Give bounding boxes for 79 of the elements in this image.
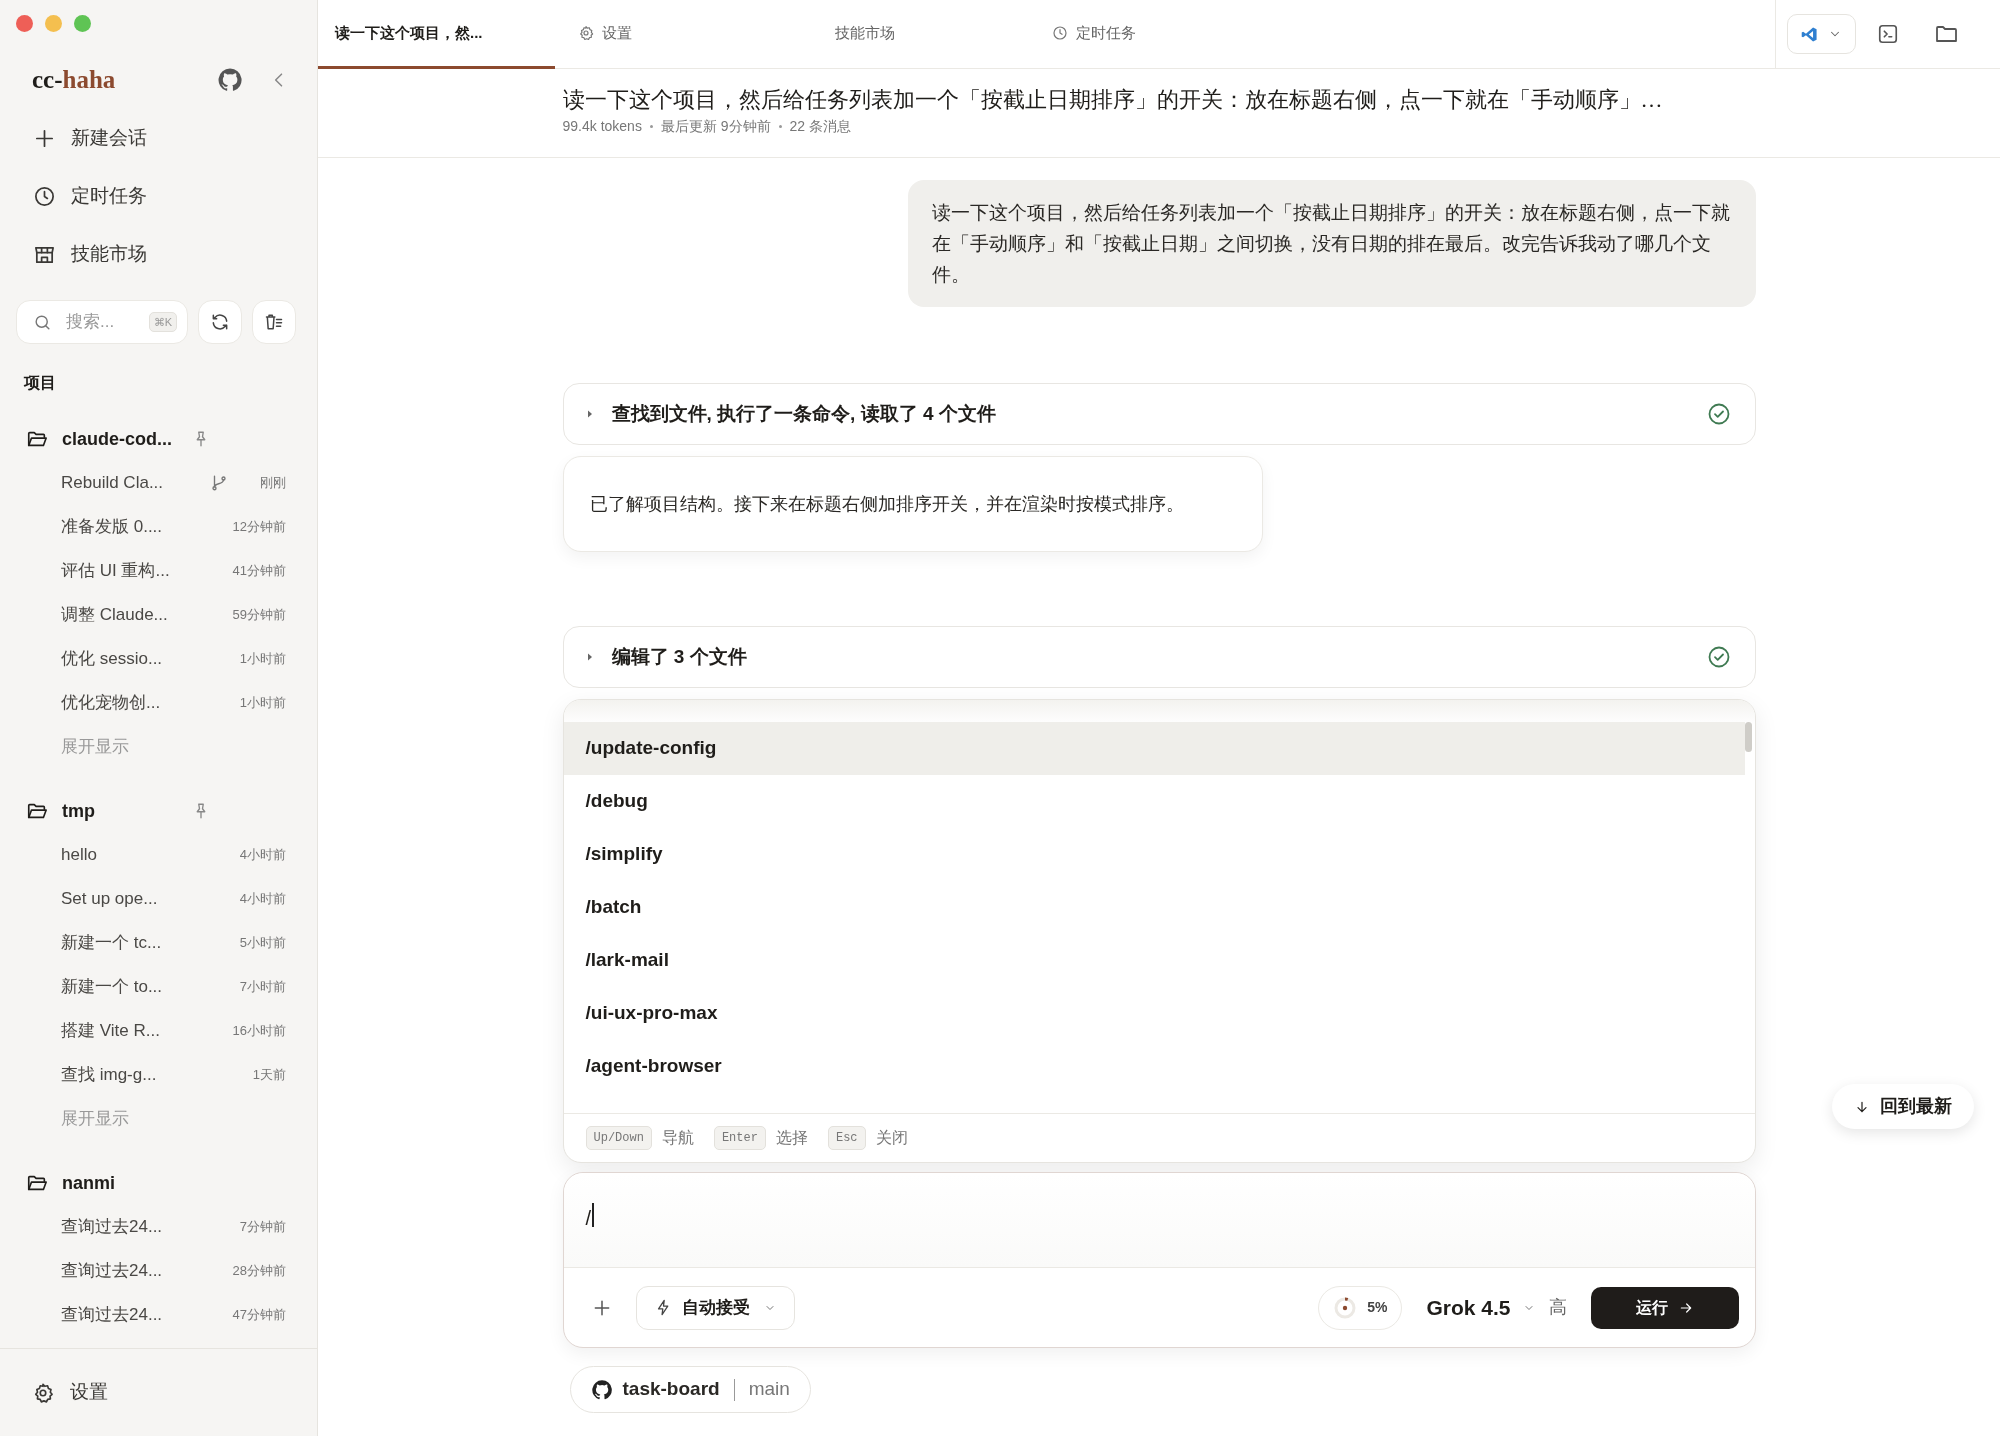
- tab[interactable]: 读一下这个项目，然...: [318, 0, 555, 69]
- project-folder[interactable]: nanmi: [0, 1161, 317, 1205]
- message-field[interactable]: /: [563, 1173, 1755, 1268]
- search-icon: [33, 312, 52, 332]
- tab[interactable]: 技能市场: [792, 0, 1029, 69]
- project-folder[interactable]: tmp: [0, 789, 317, 833]
- run-button[interactable]: 运行: [1590, 1286, 1739, 1329]
- hint-label: 导航: [661, 1128, 694, 1149]
- session-item[interactable]: Rebuild Cla... 刚刚: [0, 461, 317, 505]
- session-item[interactable]: 评估 UI 重构... 41分钟前: [0, 549, 317, 593]
- clear-sessions-button[interactable]: [252, 300, 296, 344]
- session-item[interactable]: 新建一个 tc... 5小时前: [0, 921, 317, 965]
- scrollbar-thumb[interactable]: [1744, 722, 1752, 752]
- session-item[interactable]: 新建一个 to... 7小时前: [0, 965, 317, 1009]
- nav-item[interactable]: 定时任务: [0, 167, 317, 225]
- command-item[interactable]: /lark-mail: [563, 934, 1745, 987]
- meta-text: 99.4k tokens: [562, 117, 642, 136]
- github-icon: [590, 1378, 613, 1401]
- session-item[interactable]: 准备发版 0.... 12分钟前: [0, 505, 317, 549]
- session-item[interactable]: 查找 img-g... 1天前: [0, 1053, 317, 1097]
- check-circle-icon: [1706, 402, 1731, 426]
- session-item[interactable]: 搭建 Vite R... 16小时前: [0, 1009, 317, 1053]
- tab[interactable]: 定时任务: [1029, 0, 1266, 69]
- section-heading: 项目: [22, 373, 57, 393]
- app-logo: cc-haha: [32, 65, 116, 96]
- settings-button[interactable]: 设置: [32, 1378, 108, 1407]
- tool-summary-row[interactable]: 查找到文件, 执行了一条命令, 读取了 4 个文件: [562, 383, 1756, 445]
- nav-item[interactable]: 新建会话: [0, 109, 317, 167]
- hint-label: 关闭: [875, 1128, 908, 1149]
- context-percent: 5%: [1367, 1298, 1388, 1317]
- model-selector[interactable]: Grok 4.5: [1426, 1291, 1535, 1324]
- key-hint: Esc: [827, 1126, 866, 1151]
- session-item[interactable]: 查询过去24... 28分钟前: [0, 1249, 317, 1293]
- command-item[interactable]: /debug: [563, 775, 1745, 828]
- mode-dropdown[interactable]: 自动接受: [635, 1285, 795, 1330]
- session-item[interactable]: 调整 Claude... 59分钟前: [0, 593, 317, 637]
- user-message: 读一下这个项目，然后给任务列表加一个「按截止日期排序」的开关：放在标题右侧，点一下就在「手动顺序」和「按截止日期」之间切换，没有日期的排在最后。改完告诉我动了哪几个文件。: [907, 180, 1756, 307]
- caret-right-icon: [585, 409, 594, 419]
- command-item[interactable]: /update-config: [563, 722, 1745, 775]
- clock-icon: [33, 184, 56, 208]
- caret-right-icon: [585, 652, 594, 662]
- clock-icon: [1052, 25, 1068, 41]
- refresh-button[interactable]: [198, 300, 242, 344]
- github-button[interactable]: [217, 67, 243, 93]
- meta-text: 22 条消息: [789, 117, 852, 136]
- settings-icon: [32, 1381, 54, 1404]
- trash-list-icon: [264, 312, 284, 332]
- github-icon: [217, 67, 243, 93]
- key-hint: Enter: [713, 1126, 766, 1151]
- session-item[interactable]: 查询过去24... 47分钟前: [0, 1293, 317, 1337]
- nav-item[interactable]: 技能市场: [0, 225, 317, 283]
- shortcut-key: ⌘K: [148, 312, 177, 332]
- check-circle-icon: [1706, 645, 1731, 669]
- effort-selector[interactable]: 高: [1548, 1294, 1567, 1321]
- session-item[interactable]: 查询过去24... 7分钟前: [0, 1205, 317, 1249]
- terminal-icon: [1877, 23, 1899, 45]
- session-item[interactable]: Set up ope... 4小时前: [0, 877, 317, 921]
- settings-icon: [578, 25, 594, 41]
- editor-icon: [1801, 25, 1818, 43]
- window-control-button[interactable]: [16, 15, 33, 32]
- session-item[interactable]: 优化 sessio... 1小时前: [0, 637, 317, 681]
- command-item[interactable]: /batch: [563, 881, 1745, 934]
- branch-icon: [210, 474, 228, 492]
- jump-to-latest-button[interactable]: 回到最新: [1832, 1084, 1974, 1129]
- key-hint: Up/Down: [585, 1126, 652, 1151]
- hint-label: 选择: [775, 1128, 808, 1149]
- command-item[interactable]: /agent-browser: [563, 1040, 1745, 1093]
- tool-summary-row[interactable]: 编辑了 3 个文件: [562, 626, 1756, 688]
- session-item[interactable]: 优化宠物创... 1小时前: [0, 681, 317, 725]
- tab[interactable]: 设置: [555, 0, 792, 69]
- open-in-editor-button[interactable]: [1787, 14, 1856, 54]
- command-item[interactable]: /ui-ux-pro-max: [563, 987, 1745, 1040]
- command-item[interactable]: /simplify: [563, 828, 1745, 881]
- meta-text: 最后更新 9分钟前: [660, 117, 771, 136]
- session-item[interactable]: hello 4小时前: [0, 833, 317, 877]
- assistant-message: 已了解项目结构。接下来在标题右侧加排序开关，并在渲染时按模式排序。: [589, 492, 1184, 516]
- conversation-title: 读一下这个项目，然后给任务列表加一个「按截止日期排序」的开关：放在标题右侧，点一下就在「手动顺序」…: [562, 86, 1664, 114]
- refresh-icon: [210, 312, 230, 332]
- project-folder[interactable]: claude-cod...: [0, 417, 317, 461]
